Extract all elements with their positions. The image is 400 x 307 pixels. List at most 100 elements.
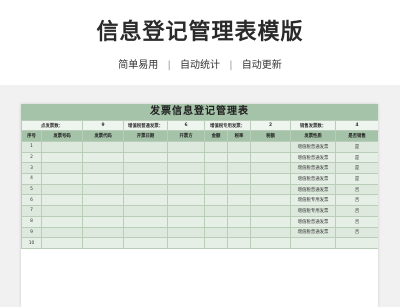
- table-cell[interactable]: [41, 162, 83, 175]
- table-cell[interactable]: [167, 226, 205, 239]
- row-number-cell[interactable]: 1: [21, 141, 42, 153]
- invoice-type-cell[interactable]: 增值税普通发票: [290, 215, 337, 228]
- row-number-cell[interactable]: 8: [21, 215, 42, 228]
- table-cell[interactable]: [167, 194, 205, 207]
- table-cell[interactable]: [41, 226, 83, 239]
- table-cell[interactable]: [123, 183, 168, 196]
- row-number-cell[interactable]: 4: [21, 173, 42, 185]
- table-cell[interactable]: [82, 173, 124, 185]
- sale-flag-cell[interactable]: 否: [335, 226, 378, 239]
- invoice-type-cell[interactable]: 增值税普通发票: [290, 173, 337, 185]
- table-cell[interactable]: [204, 194, 228, 207]
- row-number-cell[interactable]: 6: [21, 194, 42, 207]
- table-cell[interactable]: [250, 194, 292, 207]
- table-cell[interactable]: [250, 205, 292, 217]
- table-cell[interactable]: [250, 151, 292, 164]
- table-cell[interactable]: [123, 226, 168, 239]
- table-cell[interactable]: [41, 183, 83, 196]
- table-cell[interactable]: [82, 237, 124, 249]
- invoice-type-cell[interactable]: 增值税专用发票: [290, 205, 337, 217]
- table-cell[interactable]: [226, 141, 252, 153]
- table-cell[interactable]: [123, 194, 168, 207]
- sale-flag-cell[interactable]: 否: [335, 215, 378, 228]
- table-cell[interactable]: [204, 151, 228, 164]
- invoice-type-cell[interactable]: [290, 237, 337, 249]
- table-cell[interactable]: [123, 237, 168, 249]
- table-cell[interactable]: [167, 141, 205, 153]
- table-cell[interactable]: [123, 215, 168, 228]
- sale-flag-cell[interactable]: 是: [335, 151, 378, 164]
- table-cell[interactable]: [41, 215, 83, 228]
- table-cell[interactable]: [82, 151, 124, 164]
- table-cell[interactable]: [250, 226, 292, 239]
- invoice-type-cell[interactable]: 增值税普通发票: [290, 162, 337, 175]
- table-cell[interactable]: [82, 141, 124, 153]
- table-cell[interactable]: [226, 237, 252, 249]
- table-cell[interactable]: [167, 237, 205, 249]
- table-cell[interactable]: [41, 151, 83, 164]
- sale-flag-cell[interactable]: 否: [335, 194, 378, 207]
- table-cell[interactable]: [82, 194, 124, 207]
- table-cell[interactable]: [204, 183, 228, 196]
- table-cell[interactable]: [204, 162, 228, 175]
- table-cell[interactable]: [167, 183, 205, 196]
- table-cell[interactable]: [41, 205, 83, 217]
- table-cell[interactable]: [204, 141, 228, 153]
- table-cell[interactable]: [167, 173, 205, 185]
- row-number-cell[interactable]: 2: [21, 151, 42, 164]
- table-cell[interactable]: [226, 194, 252, 207]
- table-cell[interactable]: [82, 205, 124, 217]
- table-cell[interactable]: [41, 237, 83, 249]
- table-cell[interactable]: [204, 237, 228, 249]
- table-cell[interactable]: [226, 215, 252, 228]
- invoice-type-cell[interactable]: 增值税普通发票: [290, 141, 337, 153]
- table-cell[interactable]: [226, 173, 252, 185]
- row-number-cell[interactable]: 3: [21, 162, 42, 175]
- table-cell[interactable]: [204, 215, 228, 228]
- table-cell[interactable]: [123, 151, 168, 164]
- row-number-cell[interactable]: 5: [21, 183, 42, 196]
- table-cell[interactable]: [82, 183, 124, 196]
- invoice-type-cell[interactable]: 增值税普通发票: [290, 226, 337, 239]
- table-cell[interactable]: [250, 141, 292, 153]
- table-cell[interactable]: [204, 226, 228, 239]
- row-number-cell[interactable]: 10: [21, 237, 42, 249]
- table-cell[interactable]: [123, 173, 168, 185]
- sale-flag-cell[interactable]: [335, 237, 378, 249]
- row-number-cell[interactable]: 9: [21, 226, 42, 239]
- table-cell[interactable]: [204, 173, 228, 185]
- table-cell[interactable]: [123, 141, 168, 153]
- table-cell[interactable]: [167, 215, 205, 228]
- table-cell[interactable]: [123, 205, 168, 217]
- table-cell[interactable]: [167, 205, 205, 217]
- table-cell[interactable]: [82, 226, 124, 239]
- table-cell[interactable]: [167, 162, 205, 175]
- table-cell[interactable]: [226, 205, 252, 217]
- table-cell[interactable]: [41, 194, 83, 207]
- row-number-cell[interactable]: 7: [21, 205, 42, 217]
- table-cell[interactable]: [167, 151, 205, 164]
- table-cell[interactable]: [204, 205, 228, 217]
- invoice-type-cell[interactable]: 增值税专用发票: [290, 194, 337, 207]
- table-cell[interactable]: [41, 141, 83, 153]
- sale-flag-cell[interactable]: 是: [335, 141, 378, 153]
- sale-flag-cell[interactable]: 否: [335, 205, 378, 217]
- sale-flag-cell[interactable]: 否: [335, 183, 378, 196]
- table-cell[interactable]: [226, 162, 252, 175]
- invoice-type-cell[interactable]: 增值税普通发票: [290, 151, 337, 164]
- table-cell[interactable]: [82, 162, 124, 175]
- invoice-type-cell[interactable]: 增值税普通发票: [290, 183, 337, 196]
- table-cell[interactable]: [82, 215, 124, 228]
- sale-flag-cell[interactable]: 是: [335, 162, 378, 175]
- table-cell[interactable]: [226, 226, 252, 239]
- table-cell[interactable]: [41, 173, 83, 185]
- table-cell[interactable]: [250, 173, 292, 185]
- table-cell[interactable]: [250, 215, 292, 228]
- table-cell[interactable]: [226, 151, 252, 164]
- table-cell[interactable]: [123, 162, 168, 175]
- table-cell[interactable]: [250, 162, 292, 175]
- table-cell[interactable]: [226, 183, 252, 196]
- sale-flag-cell[interactable]: 是: [335, 173, 378, 185]
- table-cell[interactable]: [250, 237, 292, 249]
- table-cell[interactable]: [250, 183, 292, 196]
